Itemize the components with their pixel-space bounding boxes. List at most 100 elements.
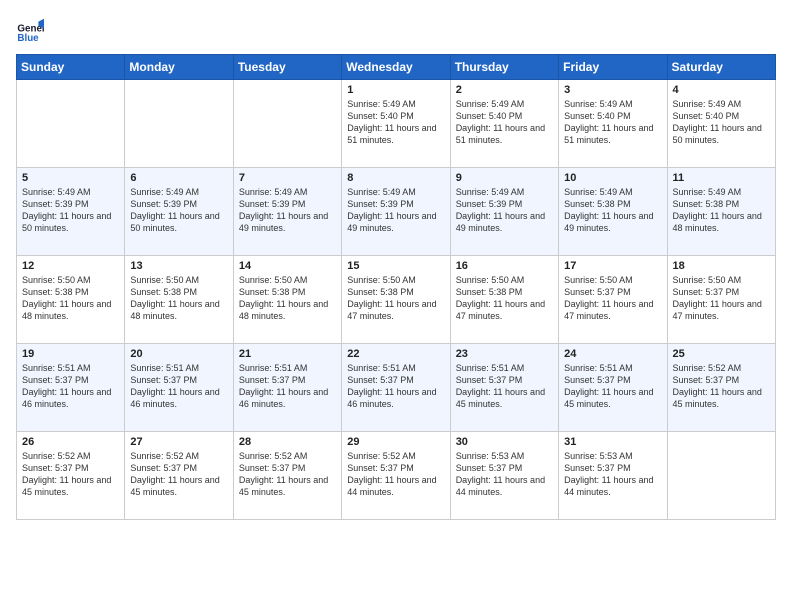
logo-icon: General Blue: [16, 16, 44, 44]
cell-info: Sunrise: 5:49 AMSunset: 5:38 PMDaylight:…: [564, 186, 661, 235]
calendar-cell: 29 Sunrise: 5:52 AMSunset: 5:37 PMDayligh…: [342, 432, 450, 520]
calendar-cell: 31 Sunrise: 5:53 AMSunset: 5:37 PMDayligh…: [559, 432, 667, 520]
cell-info: Sunrise: 5:51 AMSunset: 5:37 PMDaylight:…: [22, 362, 119, 411]
day-number: 30: [456, 436, 553, 448]
day-number: 17: [564, 260, 661, 272]
day-number: 23: [456, 348, 553, 360]
day-number: 3: [564, 84, 661, 96]
calendar-cell: 1 Sunrise: 5:49 AMSunset: 5:40 PMDaylight…: [342, 80, 450, 168]
svg-text:Blue: Blue: [17, 33, 39, 44]
day-number: 19: [22, 348, 119, 360]
day-number: 20: [130, 348, 227, 360]
day-number: 27: [130, 436, 227, 448]
day-header-wednesday: Wednesday: [342, 55, 450, 80]
calendar-cell: 7 Sunrise: 5:49 AMSunset: 5:39 PMDaylight…: [233, 168, 341, 256]
cell-info: Sunrise: 5:51 AMSunset: 5:37 PMDaylight:…: [456, 362, 553, 411]
cell-info: Sunrise: 5:49 AMSunset: 5:39 PMDaylight:…: [130, 186, 227, 235]
day-number: 8: [347, 172, 444, 184]
cell-info: Sunrise: 5:51 AMSunset: 5:37 PMDaylight:…: [347, 362, 444, 411]
day-number: 25: [673, 348, 770, 360]
calendar-cell: 19 Sunrise: 5:51 AMSunset: 5:37 PMDayligh…: [17, 344, 125, 432]
day-header-friday: Friday: [559, 55, 667, 80]
cell-info: Sunrise: 5:49 AMSunset: 5:39 PMDaylight:…: [239, 186, 336, 235]
calendar-cell: 15 Sunrise: 5:50 AMSunset: 5:38 PMDayligh…: [342, 256, 450, 344]
calendar-cell: [125, 80, 233, 168]
calendar-cell: 13 Sunrise: 5:50 AMSunset: 5:38 PMDayligh…: [125, 256, 233, 344]
calendar-cell: 23 Sunrise: 5:51 AMSunset: 5:37 PMDayligh…: [450, 344, 558, 432]
cell-info: Sunrise: 5:51 AMSunset: 5:37 PMDaylight:…: [130, 362, 227, 411]
cell-info: Sunrise: 5:49 AMSunset: 5:40 PMDaylight:…: [456, 98, 553, 147]
calendar-cell: 27 Sunrise: 5:52 AMSunset: 5:37 PMDayligh…: [125, 432, 233, 520]
cell-info: Sunrise: 5:51 AMSunset: 5:37 PMDaylight:…: [239, 362, 336, 411]
calendar-cell: [17, 80, 125, 168]
day-number: 22: [347, 348, 444, 360]
calendar-cell: 18Sunrise: 5:50 AMSunset: 5:37 PMDayligh…: [667, 256, 775, 344]
day-number: 21: [239, 348, 336, 360]
day-number: 7: [239, 172, 336, 184]
day-header-tuesday: Tuesday: [233, 55, 341, 80]
day-number: 31: [564, 436, 661, 448]
cell-info: Sunrise: 5:49 AMSunset: 5:39 PMDaylight:…: [456, 186, 553, 235]
day-number: 4: [673, 84, 770, 96]
page-header: General Blue: [16, 16, 776, 44]
day-number: 14: [239, 260, 336, 272]
cell-info: Sunrise: 5:50 AMSunset: 5:38 PMDaylight:…: [130, 274, 227, 323]
calendar-cell: 21 Sunrise: 5:51 AMSunset: 5:37 PMDayligh…: [233, 344, 341, 432]
cell-info: Sunrise: 5:49 AMSunset: 5:38 PMDaylight:…: [673, 186, 770, 235]
cell-info: Sunrise: 5:52 AMSunset: 5:37 PMDaylight:…: [22, 450, 119, 499]
cell-info: Sunrise: 5:49 AMSunset: 5:39 PMDaylight:…: [347, 186, 444, 235]
cell-info: Sunrise: 5:50 AMSunset: 5:38 PMDaylight:…: [456, 274, 553, 323]
day-header-thursday: Thursday: [450, 55, 558, 80]
day-number: 2: [456, 84, 553, 96]
day-number: 10: [564, 172, 661, 184]
day-number: 13: [130, 260, 227, 272]
calendar-cell: 25 Sunrise: 5:52 AMSunset: 5:37 PMDayligh…: [667, 344, 775, 432]
day-number: 16: [456, 260, 553, 272]
calendar-cell: 3 Sunrise: 5:49 AMSunset: 5:40 PMDaylight…: [559, 80, 667, 168]
day-header-monday: Monday: [125, 55, 233, 80]
calendar-cell: 12 Sunrise: 5:50 AMSunset: 5:38 PMDayligh…: [17, 256, 125, 344]
cell-info: Sunrise: 5:49 AMSunset: 5:40 PMDaylight:…: [673, 98, 770, 147]
calendar-cell: 10 Sunrise: 5:49 AMSunset: 5:38 PMDayligh…: [559, 168, 667, 256]
day-header-saturday: Saturday: [667, 55, 775, 80]
cell-info: Sunrise: 5:50 AMSunset: 5:38 PMDaylight:…: [347, 274, 444, 323]
calendar-cell: 24 Sunrise: 5:51 AMSunset: 5:37 PMDayligh…: [559, 344, 667, 432]
calendar-cell: 20 Sunrise: 5:51 AMSunset: 5:37 PMDayligh…: [125, 344, 233, 432]
day-number: 26: [22, 436, 119, 448]
day-number: 28: [239, 436, 336, 448]
cell-info: Sunrise: 5:51 AMSunset: 5:37 PMDaylight:…: [564, 362, 661, 411]
calendar-cell: 4 Sunrise: 5:49 AMSunset: 5:40 PMDaylight…: [667, 80, 775, 168]
cell-info: Sunrise: 5:50 AMSunset: 5:38 PMDaylight:…: [22, 274, 119, 323]
calendar-cell: 30Sunrise: 5:53 AMSunset: 5:37 PMDayligh…: [450, 432, 558, 520]
calendar-cell: 17 Sunrise: 5:50 AMSunset: 5:37 PMDayligh…: [559, 256, 667, 344]
day-number: 9: [456, 172, 553, 184]
calendar-table: SundayMondayTuesdayWednesdayThursdayFrid…: [16, 54, 776, 520]
cell-info: Sunrise: 5:53 AMSunset: 5:37 PMDaylight:…: [564, 450, 661, 499]
cell-info: Sunrise: 5:49 AMSunset: 5:39 PMDaylight:…: [22, 186, 119, 235]
day-number: 18: [673, 260, 770, 272]
calendar-cell: [233, 80, 341, 168]
cell-info: Sunrise: 5:52 AMSunset: 5:37 PMDaylight:…: [347, 450, 444, 499]
day-number: 5: [22, 172, 119, 184]
calendar-cell: 5 Sunrise: 5:49 AMSunset: 5:39 PMDaylight…: [17, 168, 125, 256]
cell-info: Sunrise: 5:49 AMSunset: 5:40 PMDaylight:…: [564, 98, 661, 147]
cell-info: Sunrise: 5:50 AMSunset: 5:37 PMDaylight:…: [564, 274, 661, 323]
cell-info: Sunrise: 5:49 AMSunset: 5:40 PMDaylight:…: [347, 98, 444, 147]
day-number: 1: [347, 84, 444, 96]
calendar-cell: 14 Sunrise: 5:50 AMSunset: 5:38 PMDayligh…: [233, 256, 341, 344]
cell-info: Sunrise: 5:52 AMSunset: 5:37 PMDaylight:…: [130, 450, 227, 499]
calendar-cell: 26 Sunrise: 5:52 AMSunset: 5:37 PMDayligh…: [17, 432, 125, 520]
day-number: 29: [347, 436, 444, 448]
cell-info: Sunrise: 5:52 AMSunset: 5:37 PMDaylight:…: [673, 362, 770, 411]
logo: General Blue: [16, 16, 48, 44]
day-number: 12: [22, 260, 119, 272]
calendar-cell: 16 Sunrise: 5:50 AMSunset: 5:38 PMDayligh…: [450, 256, 558, 344]
day-header-sunday: Sunday: [17, 55, 125, 80]
day-number: 15: [347, 260, 444, 272]
calendar-cell: 9 Sunrise: 5:49 AMSunset: 5:39 PMDaylight…: [450, 168, 558, 256]
calendar-cell: [667, 432, 775, 520]
cell-info: Sunrise: 5:50 AMSunset: 5:38 PMDaylight:…: [239, 274, 336, 323]
calendar-cell: 6Sunrise: 5:49 AMSunset: 5:39 PMDaylight…: [125, 168, 233, 256]
day-number: 24: [564, 348, 661, 360]
calendar-cell: 8 Sunrise: 5:49 AMSunset: 5:39 PMDaylight…: [342, 168, 450, 256]
